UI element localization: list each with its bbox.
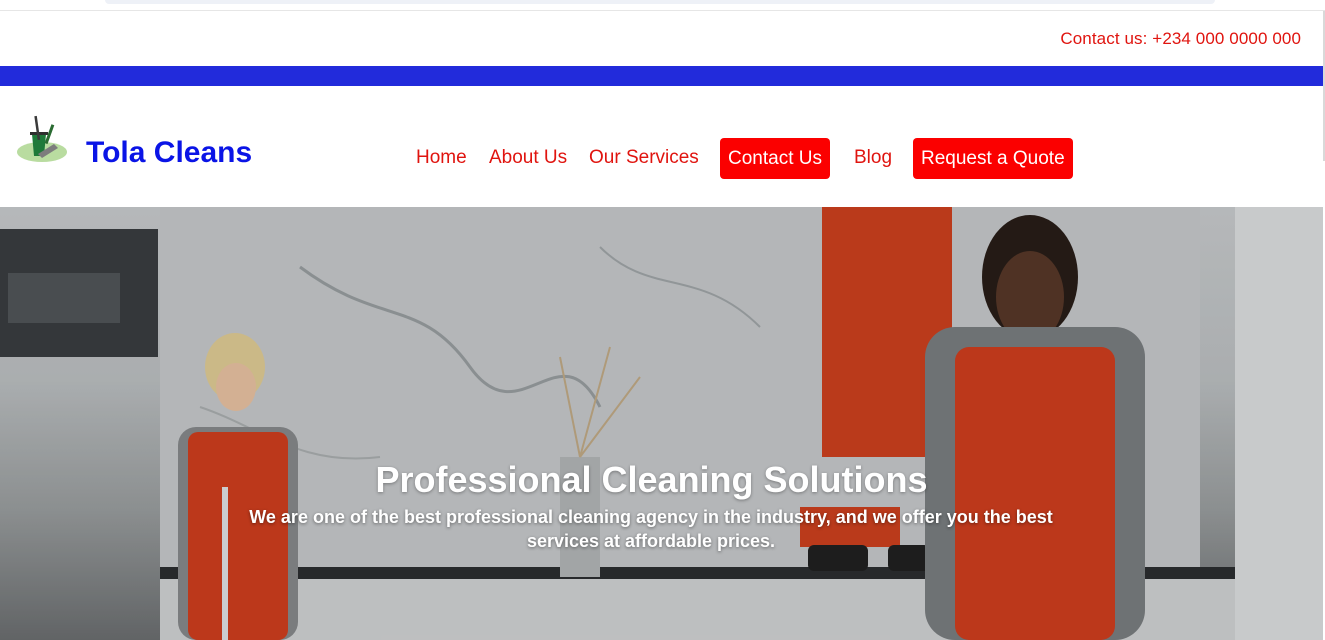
nav-home[interactable]: Home	[416, 147, 467, 169]
nav-about-us[interactable]: About Us	[489, 147, 567, 169]
nav-contact-us-button[interactable]: Contact Us	[720, 138, 830, 179]
blue-stripe-divider	[0, 66, 1323, 86]
site-header: Tola Cleans Home About Us Our Services C…	[0, 86, 1323, 207]
contact-phone-text: Contact us: +234 000 0000 000	[1060, 29, 1301, 48]
nav-blog[interactable]: Blog	[854, 147, 892, 169]
browser-top-edge	[0, 0, 1325, 11]
request-quote-button[interactable]: Request a Quote	[913, 138, 1073, 179]
contact-bar: Contact us: +234 000 0000 000	[0, 11, 1323, 66]
browser-address-area	[105, 0, 1215, 4]
main-nav: Home About Us Our Services Contact Us Bl…	[0, 138, 1323, 180]
hero-subtitle: We are one of the best professional clea…	[249, 507, 1053, 551]
hero-section: Professional Cleaning Solutions We are o…	[0, 207, 1323, 640]
nav-our-services[interactable]: Our Services	[589, 147, 699, 169]
hero-background-image	[0, 207, 1323, 640]
hero-title: Professional Cleaning Solutions	[375, 459, 928, 500]
